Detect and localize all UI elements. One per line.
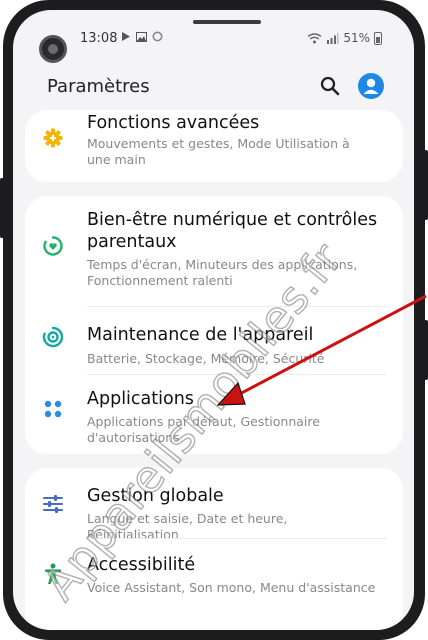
settings-item-title: Gestion globale bbox=[87, 486, 224, 506]
image-icon bbox=[136, 31, 147, 42]
play-icon bbox=[122, 32, 130, 41]
sliders-icon bbox=[41, 492, 65, 516]
settings-item-device-maintenance[interactable]: Maintenance de l'appareil Batterie, Stoc… bbox=[25, 308, 403, 370]
status-bar: 13:08 51% bbox=[13, 10, 414, 63]
settings-item-title: Accessibilité bbox=[87, 555, 196, 575]
settings-item-subtitle: Voice Assistant, Son mono, Menu d'assist… bbox=[87, 580, 376, 595]
settings-item-subtitle: Mouvements et gestes, Mode Utilisation à… bbox=[87, 136, 350, 167]
front-camera bbox=[39, 35, 67, 63]
battery-percent: 51% bbox=[343, 31, 370, 45]
settings-item-title: Bien-être numérique et contrôles parenta… bbox=[87, 210, 378, 252]
wifi-icon bbox=[307, 32, 322, 43]
settings-item-general-management[interactable]: Gestion globale Langue et saisie, Date e… bbox=[25, 468, 403, 542]
volume-button bbox=[0, 178, 4, 238]
system-icons: 51% bbox=[307, 31, 382, 45]
device-care-icon bbox=[41, 325, 65, 349]
settings-item-subtitle: Temps d'écran, Minuteurs des application… bbox=[87, 257, 358, 288]
settings-item-subtitle: Applications par défaut, Gestionnaire d'… bbox=[87, 414, 320, 445]
search-button[interactable] bbox=[318, 74, 342, 98]
battery-icon bbox=[374, 31, 382, 45]
wellbeing-icon bbox=[41, 234, 65, 258]
account-avatar[interactable] bbox=[358, 73, 384, 99]
person-icon bbox=[363, 78, 379, 94]
gear-plus-icon bbox=[41, 126, 65, 150]
settings-item-applications[interactable]: Applications Applications par défaut, Ge… bbox=[25, 376, 403, 454]
app-bar: Paramètres bbox=[13, 66, 414, 106]
settings-card-system: Gestion globale Langue et saisie, Date e… bbox=[25, 468, 403, 630]
notification-icons bbox=[121, 31, 163, 42]
divider bbox=[87, 374, 387, 375]
settings-item-advanced-features[interactable]: Fonctions avancées Mouvements et gestes,… bbox=[25, 110, 403, 182]
settings-item-subtitle: Batterie, Stockage, Mémoire, Sécurité bbox=[87, 351, 325, 366]
settings-item-accessibility[interactable]: Accessibilité Voice Assistant, Son mono,… bbox=[25, 540, 403, 620]
phone-screen: 13:08 51% Paramètres Fonctions avancées … bbox=[13, 10, 414, 630]
status-time: 13:08 bbox=[80, 31, 118, 46]
settings-item-title: Maintenance de l'appareil bbox=[87, 325, 314, 345]
settings-item-digital-wellbeing[interactable]: Bien-être numérique et contrôles parenta… bbox=[25, 196, 403, 292]
apps-grid-icon bbox=[41, 397, 65, 421]
settings-item-title: Applications bbox=[87, 389, 194, 409]
bixby-button bbox=[424, 320, 428, 380]
accessibility-icon bbox=[41, 562, 65, 586]
divider bbox=[87, 306, 387, 307]
settings-card-advanced: Fonctions avancées Mouvements et gestes,… bbox=[25, 110, 403, 182]
search-icon bbox=[320, 76, 340, 96]
settings-card-device: Bien-être numérique et contrôles parenta… bbox=[25, 196, 403, 454]
page-title: Paramètres bbox=[47, 76, 150, 97]
sync-icon bbox=[152, 31, 163, 42]
divider bbox=[87, 538, 387, 539]
settings-item-title: Fonctions avancées bbox=[87, 113, 260, 133]
power-button bbox=[424, 150, 428, 220]
signal-icon bbox=[327, 32, 339, 44]
